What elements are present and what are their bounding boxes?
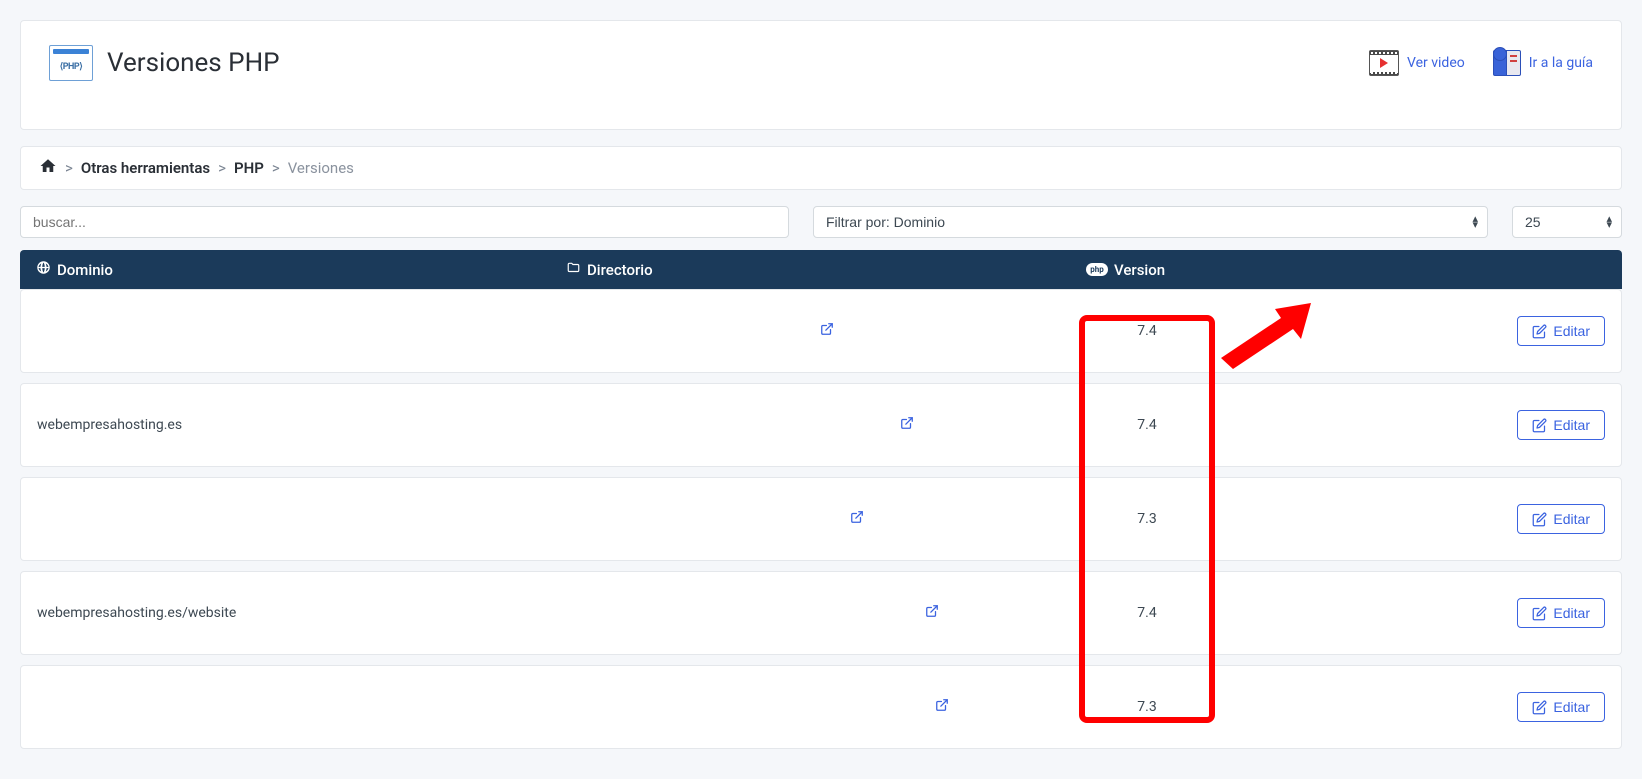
search-input[interactable] <box>20 206 789 238</box>
edit-button[interactable]: Editar <box>1517 598 1605 628</box>
cell-directory <box>567 604 1087 622</box>
table-header: Dominio Directorio php Version <box>20 250 1622 289</box>
edit-button-label: Editar <box>1553 511 1590 527</box>
title-group: ⟨PHP⟩ Versiones PHP <box>49 45 280 81</box>
home-icon[interactable] <box>39 157 57 179</box>
edit-button[interactable]: Editar <box>1517 692 1605 722</box>
edit-button-label: Editar <box>1553 699 1590 715</box>
header-panel: ⟨PHP⟩ Versiones PHP Ver video Ir a la gu… <box>20 20 1622 130</box>
cell-version: 7.3 <box>1087 699 1207 715</box>
cell-actions: Editar <box>1207 598 1605 628</box>
cell-directory <box>567 510 1087 528</box>
cell-version: 7.3 <box>1087 511 1207 527</box>
edit-button-label: Editar <box>1553 417 1590 433</box>
column-header-directory[interactable]: Directorio <box>566 261 1086 279</box>
table-row: webempresahosting.es 7.4 Editar <box>20 383 1622 467</box>
php-logo-text: ⟨PHP⟩ <box>60 62 82 72</box>
external-link-icon[interactable] <box>900 416 914 434</box>
page-title: Versiones PHP <box>107 48 280 78</box>
edit-button[interactable]: Editar <box>1517 504 1605 534</box>
header-links: Ver video Ir a la guía <box>1369 50 1593 76</box>
external-link-icon[interactable] <box>820 322 834 340</box>
breadcrumb-sep: > <box>218 159 226 177</box>
breadcrumb-item-1[interactable]: PHP <box>234 159 264 177</box>
edit-button-label: Editar <box>1553 605 1590 621</box>
breadcrumb-item-0[interactable]: Otras herramientas <box>81 159 210 177</box>
table-row: 7.3 Editar <box>20 665 1622 749</box>
folder-icon <box>566 261 581 279</box>
php-pill-icon: php <box>1086 263 1108 276</box>
video-link[interactable]: Ver video <box>1369 50 1465 76</box>
guide-link-label: Ir a la guía <box>1529 55 1593 71</box>
column-domain-label: Dominio <box>57 261 113 279</box>
edit-button-label: Editar <box>1553 323 1590 339</box>
external-link-icon[interactable] <box>925 604 939 622</box>
column-header-version[interactable]: php Version <box>1086 261 1206 279</box>
column-version-label: Version <box>1114 261 1165 279</box>
cell-actions: Editar <box>1207 504 1605 534</box>
cell-version: 7.4 <box>1087 417 1207 433</box>
video-icon <box>1369 50 1399 76</box>
column-header-domain[interactable]: Dominio <box>36 260 566 279</box>
cell-actions: Editar <box>1207 692 1605 722</box>
cell-directory <box>567 322 1087 340</box>
external-link-icon[interactable] <box>850 510 864 528</box>
cell-actions: Editar <box>1207 316 1605 346</box>
page-size-wrap: 25 ▴▾ <box>1512 206 1622 238</box>
edit-button[interactable]: Editar <box>1517 410 1605 440</box>
cell-directory <box>567 698 1087 716</box>
cell-directory <box>567 416 1087 434</box>
cell-domain: webempresahosting.es/website <box>37 605 567 621</box>
edit-button[interactable]: Editar <box>1517 316 1605 346</box>
table-body: 7.4 Editar webempresahosting.es 7.4 Editar… <box>20 289 1622 749</box>
cell-actions: Editar <box>1207 410 1605 440</box>
video-link-label: Ver video <box>1407 55 1465 71</box>
breadcrumb-sep: > <box>272 159 280 177</box>
guide-link[interactable]: Ir a la guía <box>1493 50 1593 76</box>
breadcrumb-current: Versiones <box>288 159 354 177</box>
cell-version: 7.4 <box>1087 605 1207 621</box>
table-row: 7.4 Editar <box>20 289 1622 373</box>
header-content: ⟨PHP⟩ Versiones PHP Ver video Ir a la gu… <box>21 21 1621 129</box>
breadcrumb: > Otras herramientas > PHP > Versiones <box>20 146 1622 190</box>
filter-select[interactable]: Filtrar por: Dominio <box>813 206 1488 238</box>
guide-icon <box>1493 50 1521 76</box>
breadcrumb-sep: > <box>65 159 73 177</box>
table-row: 7.3 Editar <box>20 477 1622 561</box>
cell-domain: webempresahosting.es <box>37 417 567 433</box>
cell-version: 7.4 <box>1087 323 1207 339</box>
controls-row: Filtrar por: Dominio ▴▾ 25 ▴▾ <box>20 206 1622 238</box>
table-row: webempresahosting.es/website 7.4 Editar <box>20 571 1622 655</box>
column-directory-label: Directorio <box>587 261 653 279</box>
php-logo-icon: ⟨PHP⟩ <box>49 45 93 81</box>
filter-select-wrap: Filtrar por: Dominio ▴▾ <box>813 206 1488 238</box>
external-link-icon[interactable] <box>935 698 949 716</box>
page-size-select[interactable]: 25 <box>1512 206 1622 238</box>
globe-icon <box>36 260 51 279</box>
